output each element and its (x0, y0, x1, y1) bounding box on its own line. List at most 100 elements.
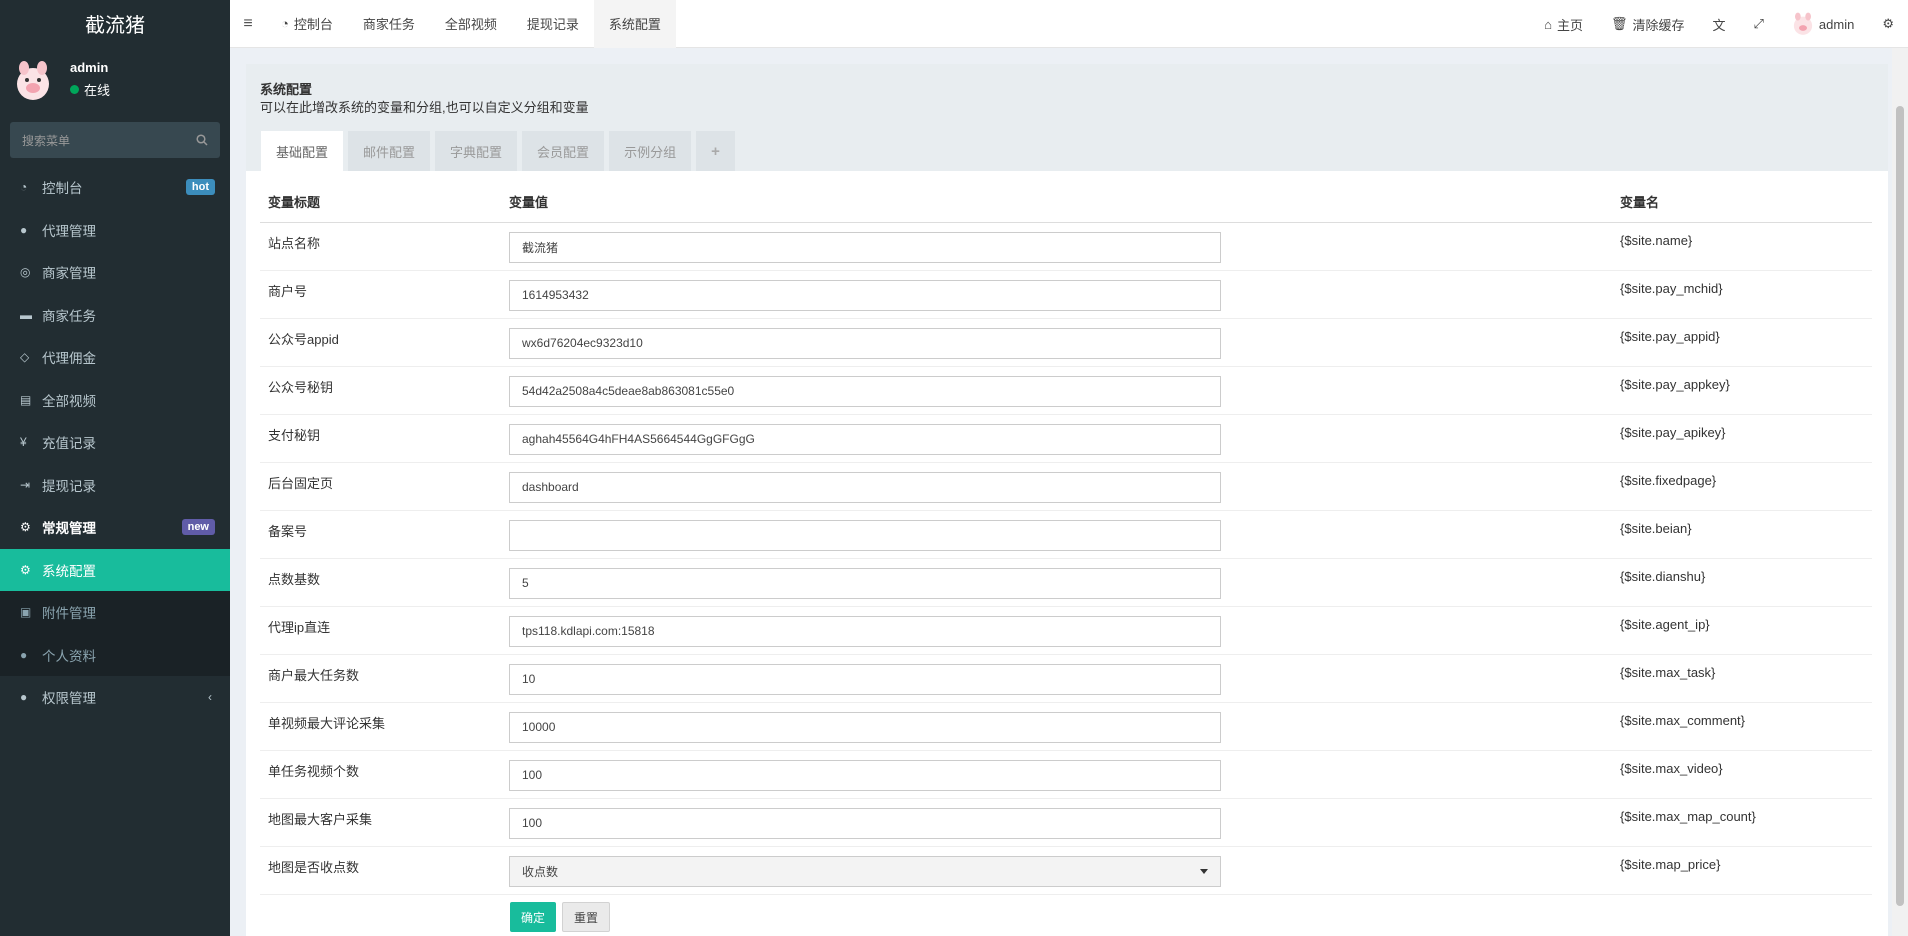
sidebar-item-label: 代理佣金 (42, 351, 96, 367)
search-icon[interactable] (196, 134, 208, 146)
reset-button[interactable]: 重置 (562, 902, 611, 932)
table-row: 单任务视频个数 {$site.max_video} (260, 750, 1872, 799)
row-varname: {$site.map_price} (1612, 846, 1872, 895)
sidebar-item-label: 全部视频 (42, 393, 96, 409)
sidebar-item-merchant-management[interactable]: ◎ 商家管理 (0, 251, 230, 294)
tab-label: 系统配置 (608, 17, 661, 32)
value-input[interactable] (509, 279, 1221, 311)
page-description: 可以在此增改系统的变量和分组,也可以自定义分组和变量 (260, 100, 589, 115)
tab-email-config[interactable]: 邮件配置 (348, 131, 431, 171)
value-input[interactable] (509, 423, 1221, 455)
trash-icon: 🗑 (1610, 16, 1628, 31)
value-input[interactable] (509, 759, 1221, 791)
table-row: 支付秘钥 {$site.pay_apikey} (260, 414, 1872, 463)
row-title: 单任务视频个数 (260, 750, 501, 799)
value-select[interactable]: 收点数 (509, 855, 1221, 887)
tab-dictionary-config[interactable]: 字典配置 (435, 131, 518, 171)
add-group-button[interactable]: + (696, 131, 735, 171)
form-actions: 确定 重置 (510, 902, 611, 932)
user-menu[interactable]: admin (1778, 12, 1868, 36)
sidebar-toggle-icon[interactable]: ≡ (230, 15, 266, 33)
table-row: 备案号 {$site.beian} (260, 510, 1872, 559)
row-title: 备案号 (260, 510, 501, 559)
value-input[interactable] (509, 327, 1221, 359)
sidebar-item-profile[interactable]: ● 个人资料 (0, 633, 230, 676)
value-input[interactable] (509, 375, 1221, 407)
sidebar-item-all-videos[interactable]: ▤ 全部视频 (0, 379, 230, 422)
sidebar-item-label: 常规管理 (42, 521, 96, 537)
panel-heading: 系统配置 可以在此增改系统的变量和分组,也可以自定义分组和变量 基础配置 邮件配… (246, 64, 1888, 171)
home-link[interactable]: ⌂ 主页 (1530, 15, 1597, 34)
column-header-title: 变量标题 (260, 182, 501, 223)
chevron-left-icon[interactable]: ‹ (208, 690, 212, 704)
tab-basic-config[interactable]: 基础配置 (261, 131, 344, 171)
tab-label: 提现记录 (526, 17, 579, 32)
diamond-icon: ◇ (20, 350, 30, 365)
sidebar-item-attachment-management[interactable]: ▣ 附件管理 (0, 591, 230, 634)
user-plus-icon: ● (20, 222, 28, 237)
gear-icon: ⚙ (20, 562, 31, 577)
tab-example-group[interactable]: 示例分组 (609, 131, 692, 171)
row-varname: {$site.max_map_count} (1612, 798, 1872, 847)
column-header-value: 变量值 (501, 182, 1612, 223)
value-input[interactable] (509, 519, 1221, 551)
value-input[interactable] (509, 231, 1221, 263)
sidebar-item-recharge-records[interactable]: ¥ 充值记录 (0, 421, 230, 464)
tab-dashboard[interactable]: ◔ 控制台 (266, 0, 348, 48)
row-varname: {$site.agent_ip} (1612, 606, 1872, 655)
tab-withdraw-records[interactable]: 提现记录 (512, 0, 594, 48)
value-input[interactable] (509, 471, 1221, 503)
value-input[interactable] (509, 615, 1221, 647)
sidebar-item-agent-management[interactable]: ● 代理管理 (0, 209, 230, 252)
user-panel: admin 在线 (0, 46, 230, 114)
tab-system-config[interactable]: 系统配置 (593, 0, 676, 48)
table-row: 单视频最大评论采集 {$site.max_comment} (260, 702, 1872, 751)
user-status-label: 在线 (84, 83, 111, 98)
page-scrollbar[interactable] (1892, 48, 1908, 936)
scrollbar-thumb[interactable] (1896, 106, 1904, 906)
app-logo[interactable]: 截流猪 (0, 0, 230, 46)
menu-search-input[interactable]: 搜索菜单 (10, 122, 220, 158)
row-varname: {$site.max_comment} (1612, 702, 1872, 751)
user-status: 在线 (70, 80, 110, 99)
row-title: 支付秘钥 (260, 414, 501, 463)
tab-all-videos[interactable]: 全部视频 (430, 0, 512, 48)
language-icon[interactable]: 文 (1699, 15, 1740, 34)
tab-member-config[interactable]: 会员配置 (522, 131, 605, 171)
settings-icon[interactable]: ⚙ (1868, 16, 1908, 32)
online-dot-icon (70, 85, 79, 94)
value-input[interactable] (509, 711, 1221, 743)
value-input[interactable] (509, 663, 1221, 695)
row-title: 地图最大客户采集 (260, 798, 501, 847)
sidebar-item-permission-management[interactable]: ● 权限管理 ‹ (0, 676, 230, 719)
row-varname: {$site.pay_appkey} (1612, 366, 1872, 415)
value-input[interactable] (509, 567, 1221, 599)
submit-button[interactable]: 确定 (510, 902, 557, 932)
config-tabs: 基础配置 邮件配置 字典配置 会员配置 示例分组 + (261, 131, 735, 171)
sidebar-item-dashboard[interactable]: ◔ 控制台 hot (0, 166, 230, 209)
table-row: 公众号appid {$site.pay_appid} (260, 318, 1872, 367)
table-row: 公众号秘钥 {$site.pay_appkey} (260, 366, 1872, 415)
sidebar-item-label: 商家管理 (42, 266, 96, 282)
top-navbar: ≡ ◔ 控制台 商家任务 全部视频 提现记录 系统配置 ⌂ 主页 🗑 清除缓存 … (230, 0, 1908, 48)
row-title: 商户号 (260, 270, 501, 319)
tab-merchant-tasks[interactable]: 商家任务 (348, 0, 430, 48)
sidebar-item-label: 附件管理 (42, 606, 96, 622)
table-row: 商户号 {$site.pay_mchid} (260, 270, 1872, 319)
dashboard-icon: ◔ (20, 180, 28, 195)
clear-cache-button[interactable]: 🗑 清除缓存 (1597, 15, 1699, 34)
row-title: 公众号秘钥 (260, 366, 501, 415)
sidebar-item-label: 权限管理 (42, 691, 96, 707)
table-row: 商户最大任务数 {$site.max_task} (260, 654, 1872, 703)
sidebar-item-system-config[interactable]: ⚙ 系统配置 (0, 548, 230, 591)
sidebar-item-label: 充值记录 (42, 436, 96, 452)
sidebar-item-merchant-tasks[interactable]: ▬ 商家任务 (0, 294, 230, 337)
sidebar-item-withdraw-records[interactable]: ⇥ 提现记录 (0, 464, 230, 507)
sidebar-item-general-management[interactable]: ⚙ 常规管理 new (0, 506, 230, 549)
keyboard-icon: ▬ (20, 307, 32, 322)
user-name: admin (70, 60, 109, 75)
users-icon: ● (20, 690, 28, 705)
fullscreen-icon[interactable]: ⤢ (1740, 16, 1778, 32)
sidebar-item-agent-commission[interactable]: ◇ 代理佣金 (0, 336, 230, 379)
value-input[interactable] (509, 807, 1221, 839)
